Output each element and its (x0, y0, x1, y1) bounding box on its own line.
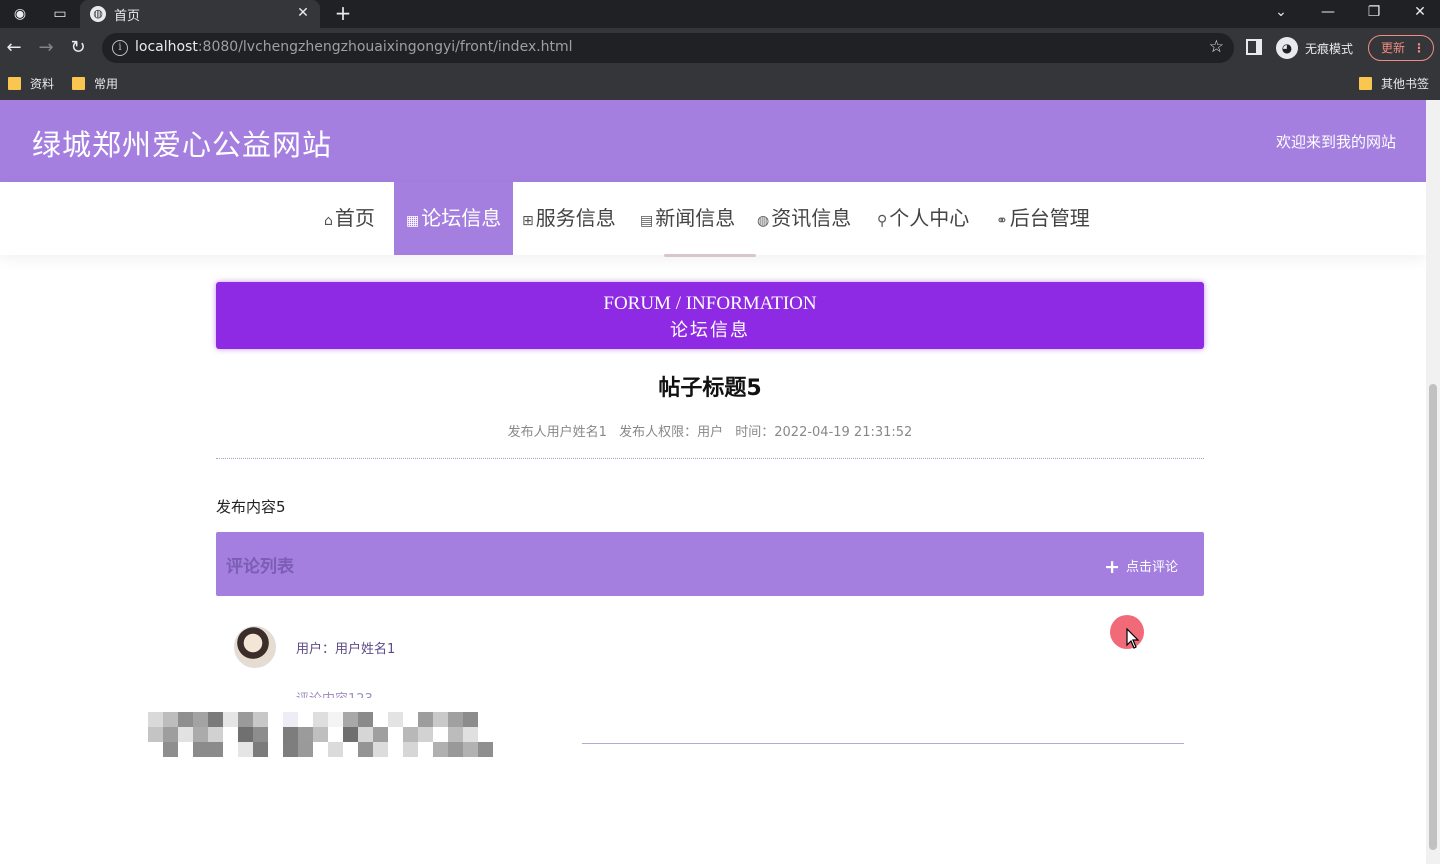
post-content: 发布内容5 (216, 498, 286, 516)
avatar (234, 626, 276, 668)
main-nav: ⌂ 首页 ▦ 论坛信息 ⊞ 服务信息 ▤ 新闻信息 ◍ 资讯信息 ⚲ 个人中心 ⚭ 后台管理 (0, 182, 1426, 255)
reload-icon[interactable]: ↻ (67, 37, 89, 59)
pixelated-overlay (148, 712, 494, 758)
post-time: 时间：2022-04-19 21:31:52 (735, 425, 913, 440)
post-meta: 发布人用户姓名1 发布人权限：用户 时间：2022-04-19 21:31:52 (216, 421, 1204, 440)
tab-title: 首页 (114, 9, 141, 24)
side-panel-icon[interactable] (1246, 39, 1262, 55)
link-icon: ⚭ (996, 213, 1008, 229)
globe-icon: ◍ (757, 213, 770, 229)
news-icon: ▤ (640, 213, 654, 229)
back-icon[interactable]: ← (3, 37, 25, 59)
nav-item-info[interactable]: ◍ 资讯信息 (757, 182, 851, 255)
bookmark-star-icon[interactable]: ☆ (1209, 37, 1224, 57)
url-text[interactable]: localhost:8080/lvchengzhengzhouaixingong… (135, 39, 573, 55)
post-role: 发布人权限：用户 (619, 425, 724, 440)
bookmark-folder[interactable]: 资料 (8, 75, 54, 93)
forum-icon: ▦ (406, 213, 420, 229)
url-bar[interactable]: i localhost:8080/lvchengzhengzhouaixingo… (102, 33, 1234, 63)
plus-icon: + (1104, 556, 1120, 578)
close-icon[interactable]: ✕ (294, 4, 312, 22)
grid-icon: ⊞ (522, 213, 534, 229)
chevron-down-icon[interactable]: ⌄ (1266, 2, 1296, 22)
page-viewport: 绿城郑州爱心公益网站 欢迎来到我的网站 ⌂ 首页 ▦ 论坛信息 ⊞ 服务信息 ▤ 新闻信… (0, 100, 1440, 864)
nav-item-user-center[interactable]: ⚲ 个人中心 (877, 182, 969, 255)
scrollbar-thumb[interactable] (1429, 384, 1437, 850)
info-icon[interactable]: i (112, 40, 128, 56)
home-icon: ⌂ (324, 213, 333, 229)
comment-user: 用户：用户姓名1 (296, 642, 396, 657)
window-close-icon[interactable]: ✕ (1405, 2, 1435, 22)
browser-tab-bar: ◉ ▭ ◍ 首页 ✕ + ⌄ — ❐ ✕ (0, 0, 1440, 28)
bookmarks-bar: 资料 常用 其他书签 (0, 68, 1440, 100)
nav-item-news[interactable]: ▤ 新闻信息 (640, 182, 735, 255)
divider (216, 458, 1204, 459)
post-author: 发布人用户姓名1 (507, 425, 607, 440)
banner-title-en: FORUM / INFORMATION (603, 293, 817, 314)
comment-content: 评论内容123 (296, 688, 373, 698)
site-header: 绿城郑州爱心公益网站 欢迎来到我的网站 (0, 100, 1426, 182)
mouse-cursor-icon (1126, 628, 1140, 649)
nav-item-home[interactable]: ⌂ 首页 (322, 182, 377, 255)
comment-divider (582, 743, 1184, 744)
post-title: 帖子标题5 (658, 376, 762, 401)
other-bookmarks[interactable]: 其他书签 (1359, 75, 1429, 93)
welcome-text: 欢迎来到我的网站 (1275, 133, 1396, 151)
globe-icon: ◍ (90, 6, 106, 22)
browser-menu-icon[interactable]: ◉ (9, 4, 31, 24)
bookmark-folder[interactable]: 常用 (72, 75, 118, 93)
section-banner: FORUM / INFORMATION 论坛信息 (216, 282, 1204, 349)
incognito-label[interactable]: 无痕模式 (1305, 40, 1353, 57)
comments-title: 评论列表 (226, 557, 294, 577)
site-title: 绿城郑州爱心公益网站 (32, 128, 333, 162)
browser-tab[interactable]: ◍ 首页 ✕ (80, 0, 320, 28)
nav-item-forum[interactable]: ▦ 论坛信息 (394, 182, 513, 255)
minimize-icon[interactable]: — (1313, 2, 1343, 22)
more-menu-icon: ⋮ (1413, 41, 1425, 55)
tab-search-icon[interactable]: ▭ (49, 4, 71, 24)
banner-title-zh: 论坛信息 (670, 320, 750, 341)
nav-item-admin[interactable]: ⚭ 后台管理 (996, 182, 1090, 255)
folder-icon (1359, 77, 1372, 90)
incognito-icon[interactable]: ◕ (1276, 37, 1298, 59)
address-toolbar: ← → ↻ i localhost:8080/lvchengzhengzhoua… (0, 28, 1440, 68)
add-comment-button[interactable]: + 点击评论 (1104, 556, 1178, 578)
update-button[interactable]: 更新 ⋮ (1368, 35, 1434, 61)
restore-icon[interactable]: ❐ (1359, 2, 1389, 22)
nav-item-service[interactable]: ⊞ 服务信息 (522, 182, 616, 255)
nav-underline (664, 254, 756, 257)
folder-icon (8, 77, 21, 90)
new-tab-button[interactable]: + (332, 2, 354, 24)
forward-icon[interactable]: → (35, 37, 57, 59)
comments-header: 评论列表 + 点击评论 (216, 532, 1204, 596)
user-icon: ⚲ (877, 213, 888, 229)
page-scrollbar[interactable] (1426, 100, 1440, 864)
folder-icon (72, 77, 85, 90)
